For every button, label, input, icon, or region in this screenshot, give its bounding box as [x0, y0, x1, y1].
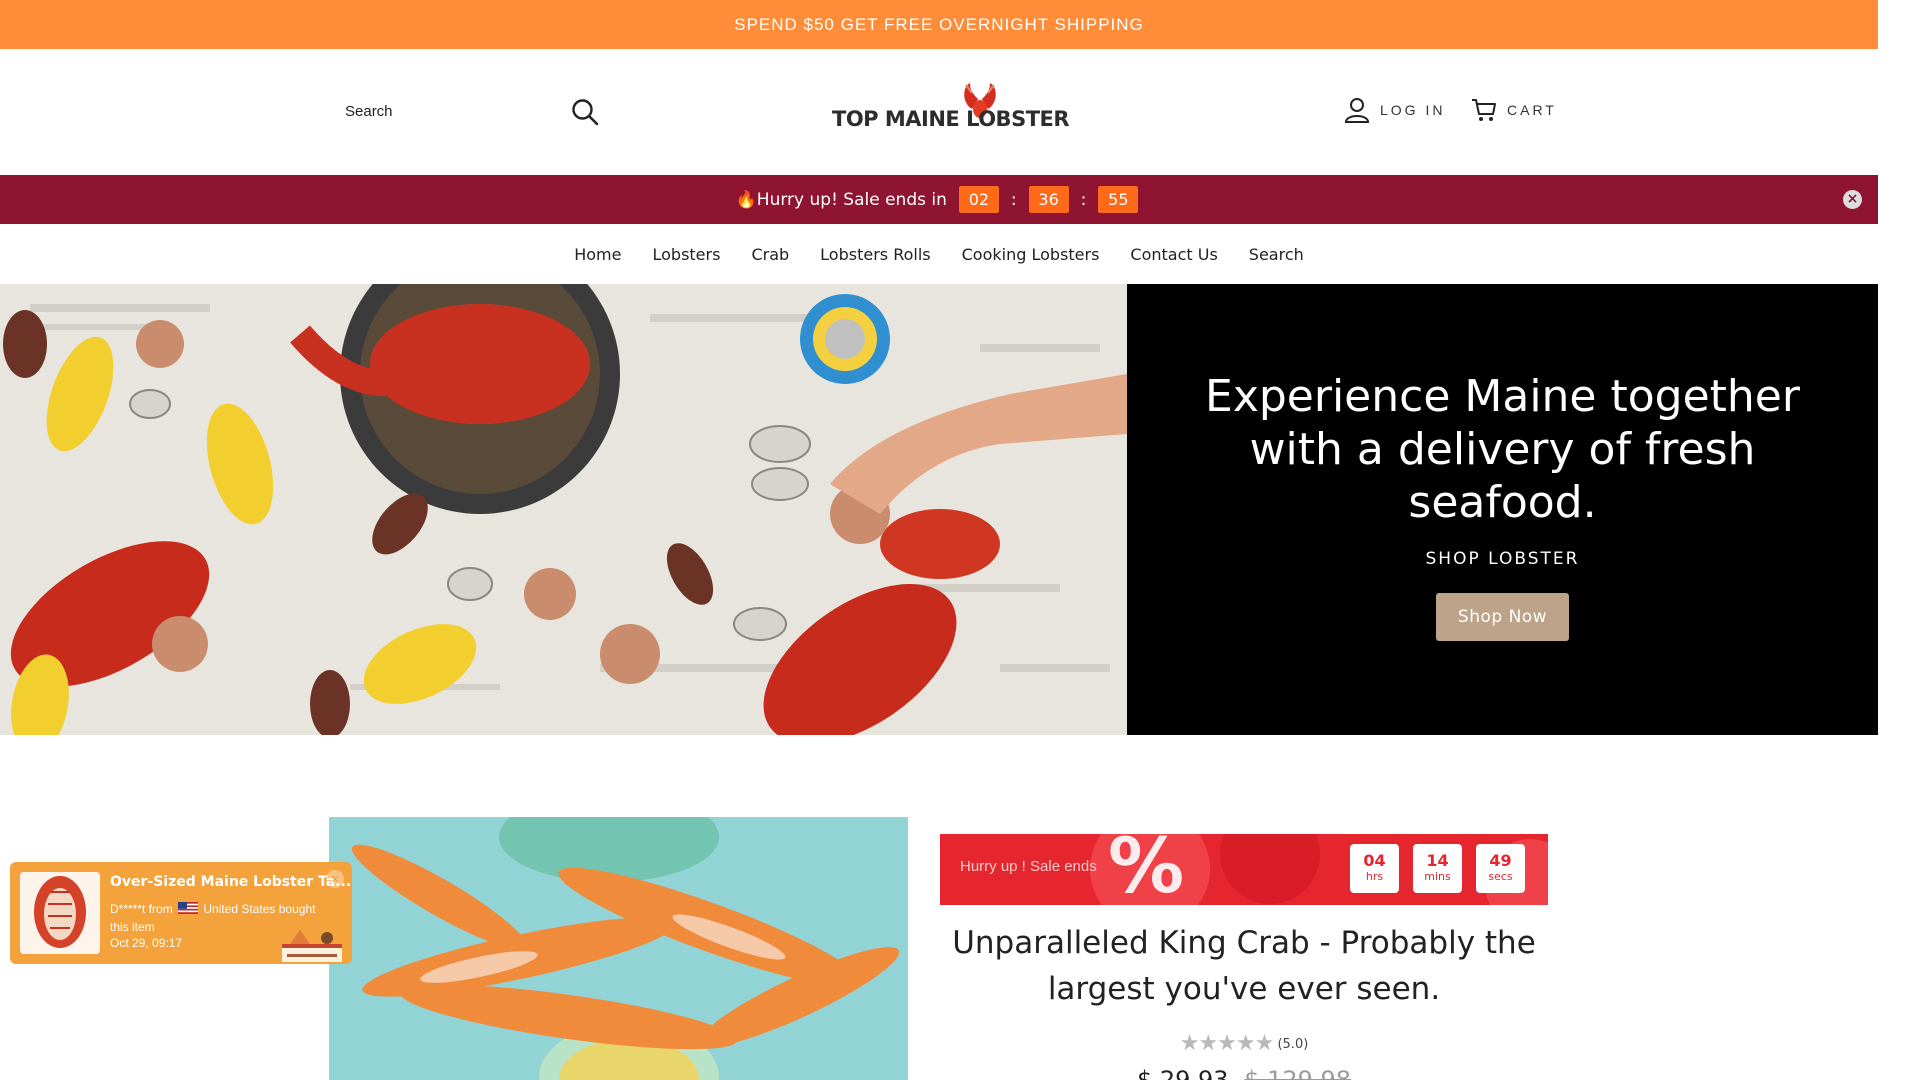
- us-flag-icon: [178, 902, 199, 914]
- compare-price: $ 129.98: [1244, 1066, 1352, 1080]
- search-input[interactable]: [345, 102, 555, 120]
- product-image: [329, 817, 908, 1080]
- countdown-hours: 02: [958, 186, 999, 213]
- hero-image: [0, 284, 1127, 735]
- countdown-seconds: 55: [1098, 186, 1139, 213]
- login-link[interactable]: LOG IN: [1344, 97, 1445, 123]
- product-price: $ 29.93 $ 129.98: [940, 1066, 1548, 1080]
- hero-subheading: SHOP LOBSTER: [1425, 549, 1580, 569]
- promo-text: SPEND $50 GET FREE OVERNIGHT SHIPPING: [734, 14, 1144, 34]
- nav-cooking-lobsters[interactable]: Cooking Lobsters: [962, 245, 1100, 264]
- toast-buyer: D*****t from: [110, 902, 173, 916]
- header-search: [345, 87, 605, 135]
- picnic-illustration-icon: [282, 930, 342, 962]
- product-rating[interactable]: ★★★★★ (5.0): [940, 1031, 1548, 1056]
- countdown-separator: :: [1010, 189, 1017, 210]
- close-icon[interactable]: ×: [1843, 190, 1862, 209]
- main-nav: Home Lobsters Crab Lobsters Rolls Cookin…: [0, 224, 1878, 284]
- timer-minutes: 14 mins: [1413, 844, 1462, 893]
- shop-now-button[interactable]: Shop Now: [1435, 593, 1570, 641]
- cart-label: CART: [1507, 102, 1557, 118]
- toast-country: United States bought: [203, 902, 316, 916]
- timer-label: Hurry up ! Sale ends: [960, 858, 1097, 875]
- rating-stars: ★★★★★: [1179, 1031, 1275, 1056]
- nav-contact-us[interactable]: Contact Us: [1130, 245, 1217, 264]
- user-icon: [1344, 98, 1370, 123]
- sale-price: $ 29.93: [1136, 1066, 1229, 1080]
- toast-title: Over-Sized Maine Lobster Ta...: [110, 874, 352, 890]
- rating-value: (5.0): [1277, 1037, 1309, 1052]
- toast-action: this item: [110, 920, 155, 934]
- toast-time: Oct 29, 09:17: [110, 936, 183, 950]
- close-icon[interactable]: ×: [326, 870, 344, 888]
- countdown-minutes: 36: [1028, 186, 1069, 213]
- toast-product-thumbnail: [20, 872, 100, 954]
- recent-purchase-toast[interactable]: Over-Sized Maine Lobster Ta... D*****t f…: [10, 862, 352, 964]
- nav-crab[interactable]: Crab: [751, 245, 789, 264]
- logo-text: TOP MAINE LOBSTER: [832, 107, 1070, 131]
- site-logo[interactable]: TOP MAINE LOBSTER: [832, 77, 1070, 147]
- hero-panel: Experience Maine together with a deliver…: [1127, 284, 1878, 735]
- login-label: LOG IN: [1380, 102, 1446, 118]
- product-sale-timer: % Hurry up ! Sale ends 04 hrs 14 mins 49…: [940, 834, 1548, 905]
- timer-seconds: 49 secs: [1476, 844, 1525, 893]
- nav-lobster-rolls[interactable]: Lobsters Rolls: [820, 245, 930, 264]
- sale-text: 🔥Hurry up! Sale ends in: [735, 189, 947, 210]
- product-title: Unparalleled King Crab - Probably the la…: [952, 925, 1536, 1007]
- sale-countdown-bar: 🔥Hurry up! Sale ends in 02 : 36 : 55 ×: [0, 175, 1878, 224]
- nav-home[interactable]: Home: [574, 245, 621, 264]
- cart-link[interactable]: CART: [1471, 97, 1557, 123]
- nav-search[interactable]: Search: [1249, 245, 1304, 264]
- svg-text:%: %: [1108, 834, 1184, 905]
- cart-icon: [1472, 99, 1496, 121]
- search-icon[interactable]: [570, 97, 600, 127]
- site-header: TOP MAINE LOBSTER LOG IN CART: [0, 49, 1878, 175]
- nav-lobsters[interactable]: Lobsters: [652, 245, 720, 264]
- hero-heading: Experience Maine together with a deliver…: [1205, 371, 1800, 528]
- promo-bar: SPEND $50 GET FREE OVERNIGHT SHIPPING: [0, 0, 1878, 49]
- countdown-separator: :: [1080, 189, 1087, 210]
- timer-hours: 04 hrs: [1350, 844, 1399, 893]
